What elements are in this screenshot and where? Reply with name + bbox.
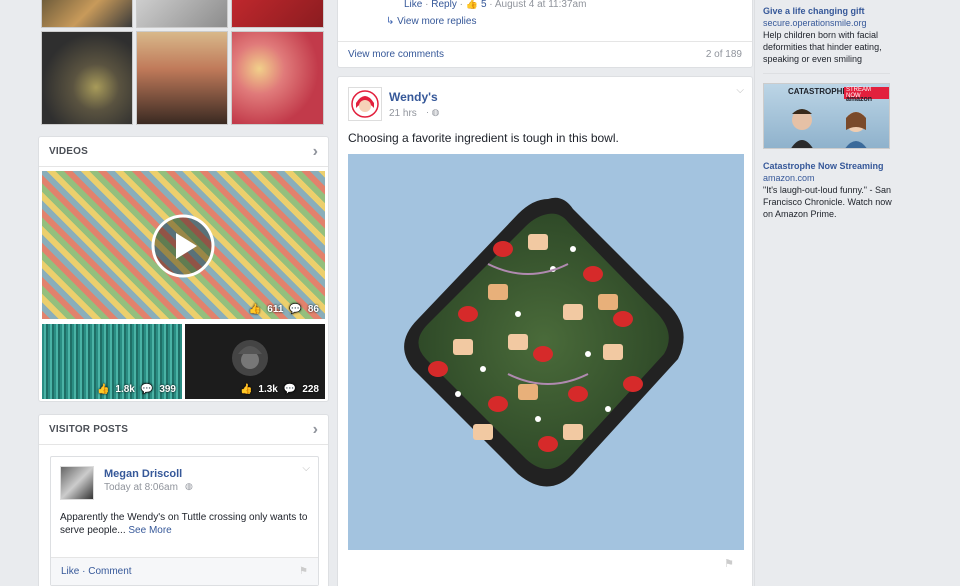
view-more-comments-link[interactable]: View more comments xyxy=(348,49,444,60)
chevron-right-icon[interactable]: › xyxy=(313,421,318,439)
likes-count[interactable]: 5 xyxy=(481,0,487,10)
ad-operation-smile[interactable]: Give a life changing gift secure.operati… xyxy=(763,5,893,65)
play-icon[interactable] xyxy=(150,213,216,279)
globe-icon: · ◍ xyxy=(426,107,440,117)
chevron-down-icon[interactable]: ⌵ xyxy=(302,463,310,474)
comments-box: Like · Reply · 👍 5 · August 4 at 11:37am… xyxy=(337,0,753,68)
ad-catastrophe[interactable]: Catastrophe Now Streaming amazon.com "It… xyxy=(763,160,893,220)
post-author[interactable]: Megan Driscoll xyxy=(104,468,182,480)
reply-line: Like · Reply · 👍 5 · August 4 at 11:37am xyxy=(404,0,587,10)
visitor-posts-header[interactable]: VISITOR POSTS › xyxy=(39,415,328,445)
videos-header[interactable]: VIDEOS › xyxy=(39,137,328,167)
ad-image[interactable]: CATASTROPHE STREAM NOW amazon xyxy=(763,83,890,149)
salad-bowl-image xyxy=(404,197,684,487)
video-comments: 228 xyxy=(302,384,319,395)
post-image[interactable] xyxy=(348,154,744,550)
avatar[interactable] xyxy=(60,466,94,500)
reply-arrow-icon: ↳ xyxy=(386,16,395,27)
thumbs-up-icon: 👍 xyxy=(465,0,479,10)
visitor-posts-section: VISITOR POSTS › Megan Driscoll Today at … xyxy=(38,414,329,586)
video-likes: 1.8k xyxy=(115,384,135,395)
comment-icon: 💬 xyxy=(140,384,154,395)
flag-icon[interactable]: ⚑ xyxy=(724,557,734,570)
flag-icon[interactable]: ⚑ xyxy=(299,566,308,577)
ad-title[interactable]: Give a life changing gift xyxy=(763,5,893,17)
videos-title: VIDEOS xyxy=(49,146,88,157)
comment-icon: 💬 xyxy=(283,384,297,395)
comment-date[interactable]: August 4 at 11:37am xyxy=(495,0,587,10)
video-likes: 611 xyxy=(267,304,284,315)
wendys-logo-icon xyxy=(232,340,268,376)
post-actions-bar: Like · Comment ⚑ xyxy=(51,557,318,585)
video-thumb-2[interactable]: 👍 1.3k 💬 228 xyxy=(185,324,325,399)
wendys-post: Wendy's 21 hrs · ◍ ⌵ Choosing a favorite… xyxy=(337,76,753,586)
video-likes: 1.3k xyxy=(258,384,278,395)
videos-section: VIDEOS › 👍 611 💬 86 👍 1.8k 💬 399 👍 1.3k 💬 228 xyxy=(38,136,329,402)
ad-domain[interactable]: amazon.com xyxy=(763,172,893,184)
video-stats: 👍 611 💬 86 xyxy=(249,304,319,315)
ad-domain[interactable]: secure.operationsmile.org xyxy=(763,17,893,29)
video-stats: 👍 1.8k 💬 399 xyxy=(97,384,176,395)
ad-body: Help children born with facial deformiti… xyxy=(763,30,882,64)
view-more-replies-label[interactable]: View more replies xyxy=(397,16,476,27)
visitor-posts-title: VISITOR POSTS xyxy=(49,424,129,435)
post-text: Apparently the Wendy's on Tuttle crossin… xyxy=(60,511,310,537)
post-body: Apparently the Wendy's on Tuttle crossin… xyxy=(60,512,308,536)
visitor-post-card: Megan Driscoll Today at 8:06am ◍ ⌵ Appar… xyxy=(50,456,319,586)
ad-people-image xyxy=(791,109,867,148)
like-comment-links[interactable]: Like · Comment xyxy=(61,566,132,577)
wendys-logo-icon xyxy=(351,90,379,118)
like-link[interactable]: Like xyxy=(404,0,422,10)
photo-thumbnail[interactable] xyxy=(231,0,324,28)
ad-divider xyxy=(763,73,890,74)
reply-link[interactable]: Reply xyxy=(431,0,457,10)
ad-body: "It's laugh-out-loud funny." - San Franc… xyxy=(763,185,892,219)
thumbs-up-icon: 👍 xyxy=(96,384,110,395)
thumbs-up-icon: 👍 xyxy=(239,384,253,395)
page-avatar[interactable] xyxy=(348,87,382,121)
comment-icon: 💬 xyxy=(289,304,302,315)
photo-thumbnail[interactable] xyxy=(231,31,324,125)
photo-thumbnail[interactable] xyxy=(136,0,228,28)
thumbs-up-icon: 👍 xyxy=(248,304,262,315)
see-more-link[interactable]: See More xyxy=(128,525,171,536)
post-timestamp[interactable]: 21 hrs xyxy=(389,108,417,119)
photo-thumbnail[interactable] xyxy=(41,31,133,125)
photo-thumbnail[interactable] xyxy=(136,31,228,125)
post-timestamp[interactable]: Today at 8:06am xyxy=(104,482,178,493)
view-more-replies[interactable]: ↳ View more replies xyxy=(386,16,476,27)
comments-count: 2 of 189 xyxy=(705,49,742,60)
photo-thumbnail[interactable] xyxy=(41,0,133,28)
video-thumb-1[interactable]: 👍 1.8k 💬 399 xyxy=(42,324,182,399)
post-caption: Choosing a favorite ingredient is tough … xyxy=(348,131,619,145)
globe-icon: ◍ xyxy=(185,481,193,491)
ad-title[interactable]: Catastrophe Now Streaming xyxy=(763,160,893,172)
video-comments: 399 xyxy=(159,384,176,395)
video-stats: 👍 1.3k 💬 228 xyxy=(240,384,319,395)
right-border xyxy=(754,0,755,586)
photos-grid xyxy=(38,0,328,126)
video-main[interactable]: 👍 611 💬 86 xyxy=(42,171,325,319)
chevron-right-icon[interactable]: › xyxy=(313,143,318,161)
page-name[interactable]: Wendy's xyxy=(389,90,438,104)
video-comments: 86 xyxy=(307,304,319,315)
chevron-down-icon[interactable]: ⌵ xyxy=(736,85,744,96)
